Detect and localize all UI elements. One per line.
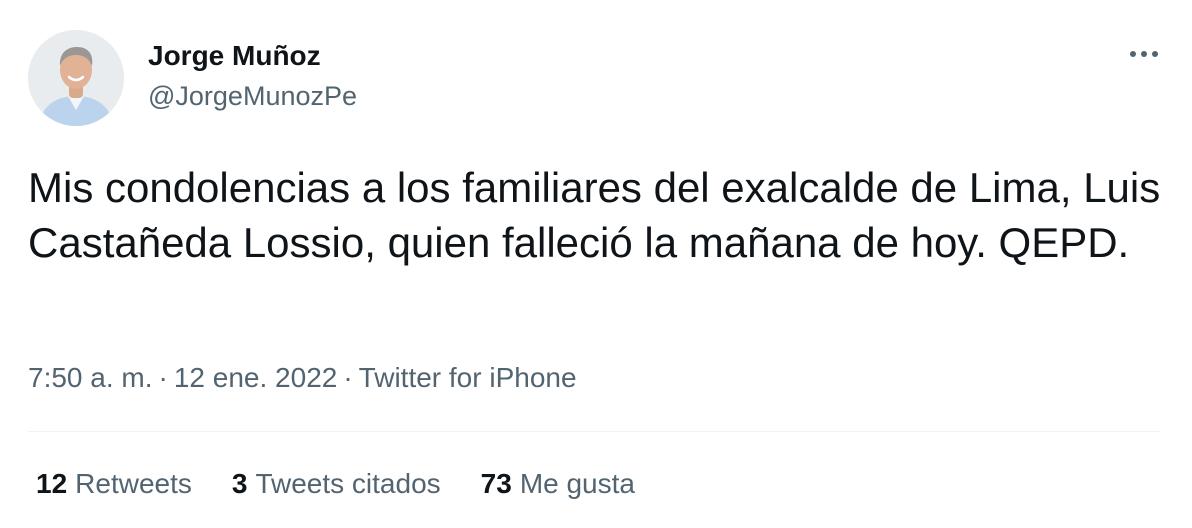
- likes-count: 73: [480, 468, 512, 499]
- tweet-time[interactable]: 7:50 a. m.: [28, 362, 153, 393]
- avatar[interactable]: [28, 30, 124, 126]
- tweet-metadata: 7:50 a. m. · 12 ene. 2022 · Twitter for iPho…: [28, 360, 577, 396]
- tweet-card: Jorge Muñoz @JorgeMunozPe Mis condolenci…: [0, 0, 1192, 528]
- quote-tweets-count: 3: [231, 468, 248, 499]
- retweets-stat[interactable]: 12 Retweets: [36, 466, 192, 502]
- likes-label: Me gusta: [519, 468, 635, 499]
- author-block: Jorge Muñoz @JorgeMunozPe: [148, 38, 357, 114]
- retweets-label: Retweets: [75, 468, 192, 499]
- tweet-date[interactable]: 12 ene. 2022: [174, 362, 338, 393]
- meta-separator: ·: [343, 362, 353, 393]
- quote-tweets-stat[interactable]: 3 Tweets citados: [232, 466, 441, 502]
- tweet-stats: 12 Retweets 3 Tweets citados 73 Me gusta: [36, 466, 675, 502]
- tweet-source[interactable]: Twitter for iPhone: [359, 362, 577, 393]
- author-handle[interactable]: @JorgeMunozPe: [148, 78, 357, 114]
- profile-photo-icon: [28, 30, 124, 126]
- meta-separator: ·: [158, 362, 168, 393]
- more-horizontal-icon: [1130, 51, 1158, 57]
- tweet-text: Mis condolencias a los familiares del ex…: [28, 164, 1161, 266]
- divider: [28, 431, 1160, 432]
- more-options-button[interactable]: [1124, 42, 1164, 66]
- author-display-name[interactable]: Jorge Muñoz: [148, 38, 357, 74]
- quote-tweets-label: Tweets citados: [255, 468, 441, 499]
- retweets-count: 12: [36, 468, 68, 499]
- likes-stat[interactable]: 73 Me gusta: [481, 466, 635, 502]
